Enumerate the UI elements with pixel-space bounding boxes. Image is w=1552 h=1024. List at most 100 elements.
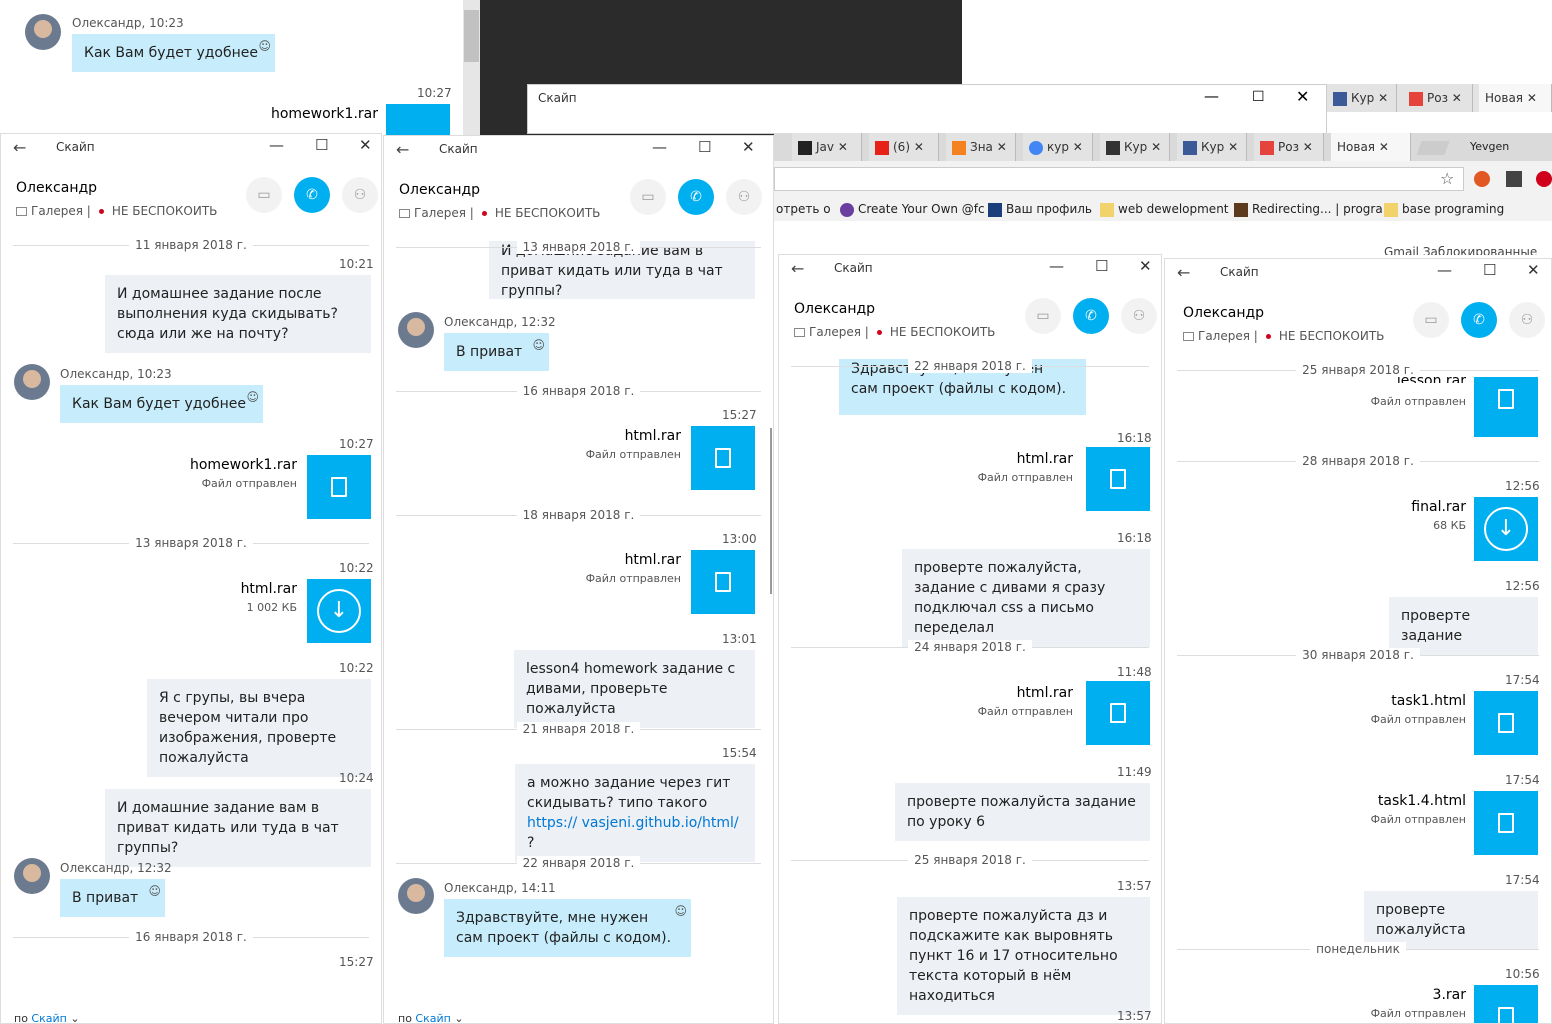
video-call-button[interactable]: ▭ [246,177,282,213]
new-tab-button[interactable] [1416,141,1450,155]
emoji-icon[interactable]: ☺ [246,387,259,407]
gallery-link[interactable]: Галерея [414,206,466,220]
video-call-button[interactable]: ▭ [1413,302,1449,338]
close-button[interactable]: ✕ [1527,261,1540,279]
contact-name[interactable]: Олександр [16,180,97,196]
file-name[interactable]: html.rar [625,428,681,444]
maximize-button[interactable]: ☐ [1483,261,1496,279]
emoji-icon[interactable]: ☺ [532,335,545,355]
tab-zna[interactable]: Зна ✕ [946,133,1016,161]
call-button[interactable]: ✆ [1073,298,1109,334]
address-bar[interactable] [774,167,1464,191]
file-name[interactable]: homework1.rar [271,106,378,122]
video-call-button[interactable]: ▭ [630,179,666,215]
github-link[interactable]: https:// vasjeni.github.io/html/ [527,815,739,831]
extension-icon[interactable] [1506,171,1522,187]
file-name[interactable]: task1.4.html [1378,793,1466,809]
add-people-button[interactable]: ⚇ [342,177,378,213]
status-text: НЕ БЕСПОКОИТЬ [111,204,218,218]
close-button[interactable]: ✕ [359,136,372,154]
bookmark-folder[interactable]: web dewelopment [1100,197,1229,221]
profile-name[interactable]: Yevgen [1470,140,1509,153]
call-button[interactable]: ✆ [294,177,330,213]
date-separator: 30 января 2018 г. [1165,648,1551,662]
gallery-link[interactable]: Галерея [1198,329,1250,343]
maximize-button[interactable]: ☐ [698,138,711,156]
minimize-button[interactable]: — [269,136,284,154]
bookmark-star-icon[interactable]: ☆ [1440,169,1454,188]
close-button[interactable]: ✕ [1296,87,1309,106]
file-tile[interactable] [386,104,450,135]
add-people-button[interactable]: ⚇ [1509,302,1545,338]
tab-roz[interactable]: Роз ✕ [1254,133,1324,161]
bookmark-folder[interactable]: base programing [1384,197,1504,221]
file-name[interactable]: task1.html [1391,693,1466,709]
call-button[interactable]: ✆ [1461,302,1497,338]
contact-name[interactable]: Олександр [1183,305,1264,321]
file-name[interactable]: html.rar [625,552,681,568]
minimize-button[interactable]: — [652,138,667,156]
tab-kur-1[interactable]: Кур ✕ [1100,133,1170,161]
add-people-button[interactable]: ⚇ [1121,298,1157,334]
file-tile[interactable] [1086,447,1150,511]
date-separator: 11 января 2018 г. [1,238,381,252]
file-tile[interactable] [307,455,371,519]
maximize-button[interactable]: ☐ [315,136,328,154]
add-people-button[interactable]: ⚇ [726,179,762,215]
scrollbar-thumb[interactable] [770,428,772,594]
back-arrow-icon[interactable]: ← [1177,263,1190,282]
minimize-button[interactable]: — [1049,257,1064,275]
adblock-icon[interactable] [1536,171,1552,187]
emoji-icon[interactable]: ☺ [148,881,161,901]
scrollbar-bg[interactable] [463,0,480,135]
contact-name[interactable]: Олександр [399,182,480,198]
file-download-tile[interactable]: ↓ [1474,497,1538,561]
tab-new[interactable]: Новая ✕ [1479,84,1552,112]
back-arrow-icon[interactable]: ← [396,140,409,159]
video-call-button[interactable]: ▭ [1025,298,1061,334]
bookmark-item[interactable]: Create Your Own @fc [840,197,985,221]
tab-google[interactable]: кур ✕ [1023,133,1093,161]
emoji-icon[interactable]: ☺ [258,36,271,56]
minimize-button[interactable]: — [1437,261,1452,279]
file-tile[interactable] [1474,373,1538,437]
file-download-tile[interactable]: ↓ [307,579,371,643]
emoji-icon[interactable]: ☺ [674,901,687,921]
window-title: Скайп [834,261,873,275]
tab-youtube[interactable]: (6) ✕ [869,133,939,161]
maximize-button[interactable]: ☐ [1252,89,1265,105]
tab-roz[interactable]: Роз ✕ [1403,84,1473,112]
tab-java[interactable]: Jav ✕ [792,133,862,161]
file-tile[interactable] [691,426,755,490]
back-arrow-icon[interactable]: ← [791,259,804,278]
gallery-link[interactable]: Галерея [31,204,83,218]
bookmark-item[interactable]: Ваш профиль [988,197,1092,221]
file-name[interactable]: html.rar [1017,685,1073,701]
file-name[interactable]: html.rar [1017,451,1073,467]
minimize-button[interactable]: — [1204,87,1219,105]
file-name[interactable]: html.rar [241,581,297,597]
close-button[interactable]: ✕ [742,138,755,156]
close-button[interactable]: ✕ [1139,257,1152,275]
file-tile[interactable] [1474,791,1538,855]
gallery-link[interactable]: Галерея [809,325,861,339]
tab-kur[interactable]: Кур ✕ [1327,84,1397,112]
bookmark-item[interactable]: отреть о [776,197,831,221]
file-tile[interactable] [691,550,755,614]
file-name[interactable]: 3.rar [1433,987,1466,1003]
tab-new[interactable]: Новая ✕ [1331,133,1411,161]
bookmark-item[interactable]: Redirecting... | progra [1234,197,1383,221]
call-button[interactable]: ✆ [678,179,714,215]
file-tile[interactable] [1474,985,1538,1023]
file-tile[interactable] [1086,681,1150,745]
tab-kur-2[interactable]: Кур ✕ [1177,133,1247,161]
contact-name[interactable]: Олександр [794,301,875,317]
file-name[interactable]: homework1.rar [190,457,297,473]
skype-link[interactable]: Скайп [31,1012,66,1023]
back-arrow-icon[interactable]: ← [13,138,26,157]
file-tile[interactable] [1474,691,1538,755]
skype-link[interactable]: Скайп [415,1012,450,1023]
maximize-button[interactable]: ☐ [1095,257,1108,275]
file-name[interactable]: final.rar [1411,499,1466,515]
extension-icon[interactable] [1474,171,1490,187]
